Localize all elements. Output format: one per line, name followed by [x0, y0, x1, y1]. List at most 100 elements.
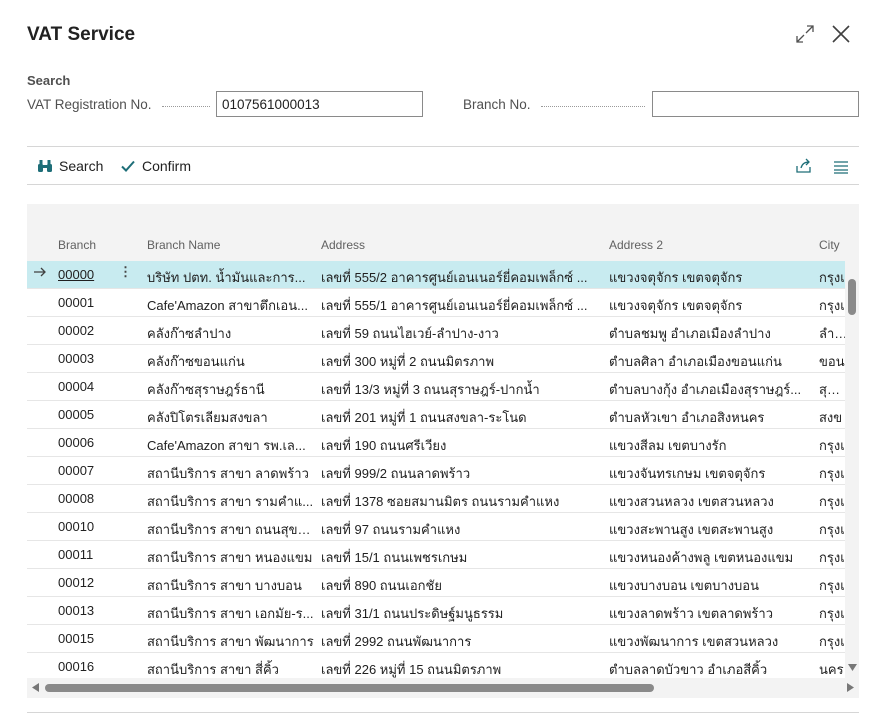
vat-service-dialog: VAT Service Search VAT Registration No. … — [0, 0, 883, 716]
cell-address: เลขที่ 1378 ซอยสมานมิตร ถนนรามคำแหง — [321, 494, 560, 509]
table-row[interactable]: 00002 คลังก๊าซลำปาง เลขที่ 59 ถนนไฮเวย์-ลำ… — [27, 317, 845, 345]
search-section-label: Search — [27, 73, 71, 88]
cell-branch-name: บริษัท ปตท. น้ำมันและการ... — [147, 270, 306, 285]
search-button[interactable]: Search — [37, 158, 103, 174]
cell-branch[interactable]: 00011 — [58, 547, 138, 562]
divider — [27, 146, 859, 147]
cell-branch[interactable]: 00016 — [58, 659, 138, 674]
dotted-leader — [162, 106, 210, 107]
list-icon[interactable] — [833, 159, 849, 178]
cell-branch[interactable]: 00001 — [58, 295, 138, 310]
cell-branch[interactable]: 00002 — [58, 323, 138, 338]
cell-branch[interactable]: 00006 — [58, 435, 138, 450]
table-row[interactable]: 00015 สถานีบริการ สาขา พัฒนาการ เลขที่ 299… — [27, 625, 845, 653]
horizontal-scrollbar[interactable] — [27, 678, 859, 696]
results-grid: Branch Branch Name Address Address 2 Cit… — [27, 204, 859, 698]
cell-address-2: แขวงพัฒนาการ เขตสวนหลวง — [609, 634, 779, 649]
cell-branch[interactable]: 00012 — [58, 575, 138, 590]
table-row[interactable]: 00008 สถานีบริการ สาขา รามคำแ... เลขที่ 13… — [27, 485, 845, 513]
cell-branch-name: สถานีบริการ สาขา ลาดพร้าว — [147, 466, 309, 481]
cell-city: กรุงเ — [819, 550, 845, 565]
column-header-branch-name[interactable]: Branch Name — [147, 238, 220, 252]
cell-address: เลขที่ 190 ถนนศรีเวียง — [321, 438, 447, 453]
cell-branch-name: สถานีบริการ สาขา รามคำแ... — [147, 494, 314, 509]
cell-address-2: แขวงจตุจักร เขตจตุจักร — [609, 270, 743, 285]
table-row[interactable]: ⋮ 00000 บริษัท ปตท. น้ำมันและการ... เลขที่ … — [27, 261, 845, 289]
cell-address: เลขที่ 97 ถนนรามคำแหง — [321, 522, 461, 537]
cell-branch[interactable]: 00007 — [58, 463, 138, 478]
confirm-button[interactable]: Confirm — [120, 158, 191, 174]
branch-no-input[interactable] — [652, 91, 859, 117]
cell-branch-name: Cafe'Amazon สาขา รพ.เล... — [147, 438, 306, 453]
cell-branch[interactable]: 00003 — [58, 351, 138, 366]
column-header-address-2[interactable]: Address 2 — [609, 238, 663, 252]
column-header-city[interactable]: City — [819, 238, 840, 252]
close-icon[interactable] — [829, 22, 853, 46]
cell-branch[interactable]: 00000 — [58, 267, 138, 282]
cell-branch[interactable]: 00008 — [58, 491, 138, 506]
cell-branch-name: สถานีบริการ สาขา หนองแขม — [147, 550, 313, 565]
cell-branch[interactable]: 00013 — [58, 603, 138, 618]
table-row[interactable]: 00012 สถานีบริการ สาขา บางบอน เลขที่ 890 ถ… — [27, 569, 845, 597]
cell-address-2: แขวงลาดพร้าว เขตลาดพร้าว — [609, 606, 774, 621]
cell-address: เลขที่ 2992 ถนนพัฒนาการ — [321, 634, 472, 649]
cell-address-2: ตำบลชมพู อำเภอเมืองลำปาง — [609, 326, 771, 341]
table-row[interactable]: 00003 คลังก๊าซขอนแก่น เลขที่ 300 หมู่ที่ 2… — [27, 345, 845, 373]
search-button-label: Search — [59, 158, 104, 174]
cell-address: เลขที่ 555/2 อาคารศูนย์เอนเนอร์ยี่คอมเพล… — [321, 270, 588, 285]
cell-address-2: ตำบลหัวเขา อำเภอสิงหนคร — [609, 410, 765, 425]
cell-address-2: แขวงสีลม เขตบางรัก — [609, 438, 727, 453]
horizontal-scroll-thumb[interactable] — [45, 684, 654, 692]
cell-branch[interactable]: 00015 — [58, 631, 138, 646]
cell-address-2: แขวงหนองค้างพลู เขตหนองแขม — [609, 550, 794, 565]
column-header-address[interactable]: Address — [321, 238, 365, 252]
divider — [27, 712, 859, 713]
cell-branch-name: สถานีบริการ สาขา สี่คิ้ว — [147, 662, 279, 677]
expand-icon[interactable] — [793, 22, 817, 46]
cell-city: กรุงเ — [819, 270, 845, 285]
vat-registration-label: VAT Registration No. — [27, 97, 152, 112]
table-row[interactable]: 00016 สถานีบริการ สาขา สี่คิ้ว เลขที่ 226 … — [27, 653, 845, 681]
cell-branch-name: คลังก๊าซสุราษฎร์ธานี — [147, 382, 265, 397]
table-row[interactable]: 00004 คลังก๊าซสุราษฎร์ธานี เลขที่ 13/3 หมู… — [27, 373, 845, 401]
scroll-down-icon[interactable] — [848, 664, 857, 671]
arrow-right-icon — [33, 265, 49, 282]
cell-address: เลขที่ 555/1 อาคารศูนย์เอนเนอร์ยี่คอมเพล… — [321, 298, 588, 313]
cell-city: นคร — [819, 662, 844, 677]
cell-address-2: แขวงจตุจักร เขตจตุจักร — [609, 298, 743, 313]
cell-city: ขอน — [819, 354, 845, 369]
cell-branch-name: คลังก๊าซขอนแก่น — [147, 354, 245, 369]
table-row[interactable]: 00006 Cafe'Amazon สาขา รพ.เล... เลขที่ 190… — [27, 429, 845, 457]
cell-city: กรุงเ — [819, 494, 845, 509]
confirm-button-label: Confirm — [142, 158, 192, 174]
cell-branch-name: สถานีบริการ สาขา ถนนสุขา... — [147, 522, 315, 537]
vertical-scrollbar[interactable] — [845, 261, 859, 675]
vat-registration-input[interactable] — [216, 91, 423, 117]
cell-city: สุราษ — [819, 382, 845, 397]
table-row[interactable]: 00001 Cafe'Amazon สาขาตึกเอน... เลขที่ 555… — [27, 289, 845, 317]
table-row[interactable]: 00005 คลังปิโตรเลียมสงขลา เลขที่ 201 หมู่ท… — [27, 401, 845, 429]
cell-branch[interactable]: 00005 — [58, 407, 138, 422]
cell-city: กรุงเ — [819, 578, 845, 593]
cell-branch[interactable]: 00004 — [58, 379, 138, 394]
cell-branch-name: Cafe'Amazon สาขาตึกเอน... — [147, 298, 308, 313]
table-row[interactable]: 00013 สถานีบริการ สาขา เอกมัย-ร... เลขที่ … — [27, 597, 845, 625]
cell-branch-name: สถานีบริการ สาขา บางบอน — [147, 578, 302, 593]
cell-address-2: แขวงสวนหลวง เขตสวนหลวง — [609, 494, 774, 509]
scroll-left-icon[interactable] — [32, 683, 39, 692]
cell-address: เลขที่ 999/2 ถนนลาดพร้าว — [321, 466, 471, 481]
scroll-right-icon[interactable] — [847, 683, 854, 692]
table-row[interactable]: 00011 สถานีบริการ สาขา หนองแขม เลขที่ 15/1… — [27, 541, 845, 569]
cell-address: เลขที่ 201 หมู่ที่ 1 ถนนสงขลา-ระโนด — [321, 410, 527, 425]
cell-branch[interactable]: 00010 — [58, 519, 138, 534]
table-row[interactable]: 00007 สถานีบริการ สาขา ลาดพร้าว เลขที่ 999… — [27, 457, 845, 485]
column-header-branch[interactable]: Branch — [58, 238, 96, 252]
cell-address: เลขที่ 890 ถนนเอกชัย — [321, 578, 442, 593]
cell-address-2: ตำบลบางกุ้ง อำเภอเมืองสุราษฎร์... — [609, 382, 802, 397]
vertical-scroll-thumb[interactable] — [848, 279, 856, 315]
cell-city: ลำปา — [819, 326, 845, 341]
share-icon[interactable] — [795, 158, 813, 178]
cell-address-2: ตำบลลาดบัวขาว อำเภอสีคิ้ว — [609, 662, 768, 677]
table-row[interactable]: 00010 สถานีบริการ สาขา ถนนสุขา... เลขที่ 9… — [27, 513, 845, 541]
dialog-title: VAT Service — [27, 24, 136, 45]
